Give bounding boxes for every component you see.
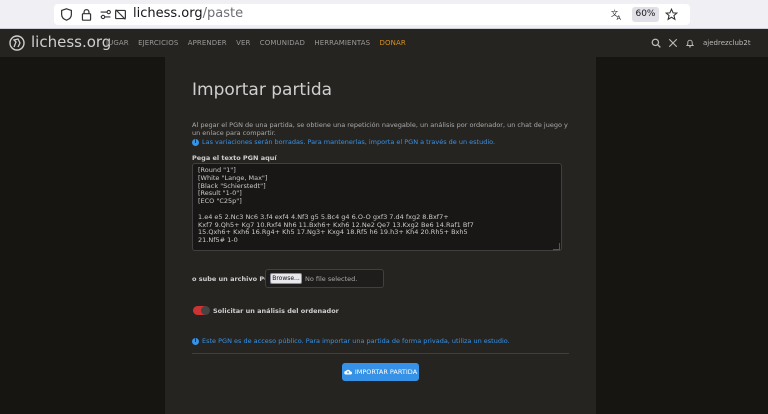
lichess-logo-icon[interactable] — [9, 35, 25, 51]
url-domain: lichess.org — [133, 6, 203, 21]
nav-item-learn[interactable]: APRENDER — [188, 39, 227, 47]
public-note[interactable]: i Este PGN es de acceso público. Para im… — [192, 337, 510, 345]
lock-icon[interactable] — [80, 8, 93, 21]
info-icon: i — [192, 337, 199, 345]
url-text[interactable]: lichess.org/paste — [133, 6, 243, 21]
nav-item-tools[interactable]: HERRAMIENTAS — [314, 39, 370, 47]
public-note-text[interactable]: Este PGN es de acceso público. Para impo… — [202, 337, 510, 345]
shield-icon[interactable] — [60, 8, 73, 21]
no-file-selected: No file selected. — [305, 275, 358, 283]
nav-item-watch[interactable]: VER — [236, 39, 250, 47]
url-path: /paste — [202, 6, 244, 21]
import-description: Al pegar el PGN de una partida, se obtie… — [192, 121, 568, 137]
analysis-toggle-knob[interactable] — [201, 306, 210, 315]
variations-note[interactable]: i Las variaciones serán borradas. Para m… — [192, 138, 495, 146]
search-icon[interactable] — [651, 38, 661, 48]
page-title: Importar partida — [192, 80, 333, 100]
upload-label: o sube un archivo PGN — [192, 275, 275, 283]
variations-note-text[interactable]: Las variaciones serán borradas. Para man… — [202, 138, 495, 146]
main-nav: JUGAR EJERCICIOS APRENDER VER COMUNIDAD … — [106, 39, 413, 47]
nav-item-play[interactable]: JUGAR — [106, 39, 129, 47]
analysis-toggle-label[interactable]: Solicitar un análisis del ordenador — [213, 307, 339, 315]
import-game-button[interactable]: IMPORTAR PARTIDA — [342, 363, 419, 381]
challenge-icon[interactable] — [668, 38, 678, 48]
browse-button[interactable]: Browse... — [270, 273, 302, 284]
permissions-icon[interactable] — [99, 8, 112, 21]
form-divider — [192, 353, 569, 354]
pgn-textarea[interactable]: [Round "1"] [White "Lange, Max"] [Black … — [192, 163, 562, 251]
pgn-label: Pega el texto PGN aquí — [192, 154, 277, 162]
browser-toolbar: lichess.org/paste 文 A 60% — [0, 0, 768, 29]
bookmark-star-icon[interactable] — [665, 8, 678, 21]
bell-icon[interactable] — [685, 38, 695, 48]
cloud-upload-icon — [344, 369, 352, 375]
nav-item-puzzles[interactable]: EJERCICIOS — [138, 39, 178, 47]
zoom-level[interactable]: 60% — [632, 7, 659, 22]
textarea-resize-handle[interactable] — [553, 243, 560, 250]
notifications-blocked-icon[interactable] — [114, 8, 127, 21]
nav-item-donate[interactable]: DONAR — [380, 39, 406, 47]
import-game-button-label: IMPORTAR PARTIDA — [354, 368, 418, 376]
site-logo-text[interactable]: lichess.org — [31, 33, 111, 51]
info-icon: i — [192, 138, 199, 146]
nav-item-community[interactable]: COMUNIDAD — [260, 39, 305, 47]
user-menu[interactable]: ajedrezclub2t — [703, 39, 751, 47]
site-header: lichess.org JUGAR EJERCICIOS APRENDER VE… — [0, 29, 768, 57]
svg-text:A: A — [617, 14, 622, 21]
translate-icon[interactable]: 文 A — [610, 8, 623, 21]
